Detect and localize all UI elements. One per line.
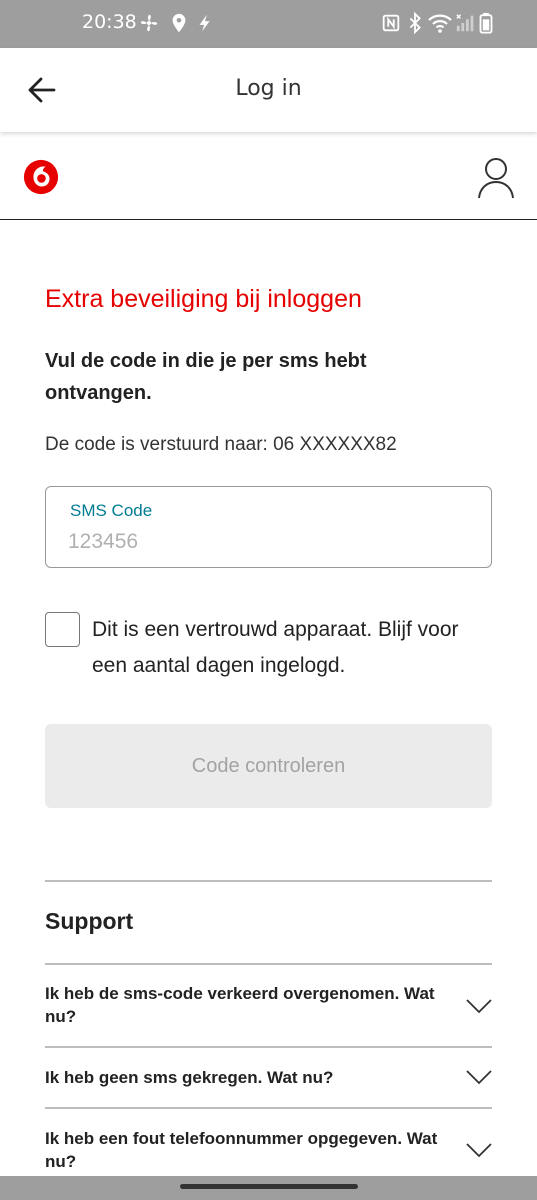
support-title: Support <box>45 908 134 934</box>
faq-question: Ik heb de sms-code verkeerd overgenomen.… <box>45 984 435 1026</box>
verify-code-button[interactable]: Code controleren <box>45 724 492 808</box>
chevron-down-icon <box>466 1070 492 1085</box>
sms-code-input[interactable] <box>68 527 468 557</box>
vodafone-logo-icon[interactable] <box>22 158 60 196</box>
faq-question: Ik heb een fout telefoonnummer opgegeven… <box>45 1129 438 1171</box>
wifi-icon <box>427 12 453 34</box>
status-bar: 20:38 <box>0 0 537 48</box>
status-time: 20:38 <box>82 11 137 33</box>
security-heading: Extra beveiliging bij inloggen <box>45 285 362 313</box>
chevron-down-icon <box>466 999 492 1014</box>
home-handle[interactable] <box>180 1184 358 1189</box>
divider <box>45 880 492 882</box>
trusted-device-checkbox[interactable] <box>45 612 80 647</box>
signal-icon <box>455 12 477 34</box>
faq-item-wrong-code[interactable]: Ik heb de sms-code verkeerd overgenomen.… <box>45 964 492 1046</box>
gesture-nav-bar <box>0 1176 537 1200</box>
app-bar: Log in <box>0 48 537 132</box>
trusted-device-label[interactable]: Dit is een vertrouwd apparaat. Blijf voo… <box>92 612 492 684</box>
faq-item-wrong-number[interactable]: Ik heb een fout telefoonnummer opgegeven… <box>45 1108 492 1176</box>
account-button[interactable] <box>476 156 516 200</box>
battery-icon <box>478 12 494 34</box>
location-icon <box>168 12 190 34</box>
instruction-text: Vul de code in die je per sms hebt ontva… <box>45 350 367 404</box>
code-sent-to-text: De code is verstuurd naar: 06 XXXXXX82 <box>45 434 397 455</box>
nfc-icon <box>380 12 402 34</box>
chevron-down-icon <box>466 1143 492 1158</box>
user-icon <box>478 158 514 199</box>
sms-code-label: SMS Code <box>70 501 153 520</box>
page-title: Log in <box>235 76 302 101</box>
sms-code-field[interactable]: SMS Code <box>45 486 492 568</box>
flash-icon <box>194 12 216 34</box>
faq-question: Ik heb geen sms gekregen. Wat nu? <box>45 1068 334 1087</box>
fan-icon <box>138 12 160 34</box>
bluetooth-icon <box>404 11 426 35</box>
brand-header <box>0 138 537 220</box>
faq-item-no-sms[interactable]: Ik heb geen sms gekregen. Wat nu? <box>45 1047 492 1107</box>
